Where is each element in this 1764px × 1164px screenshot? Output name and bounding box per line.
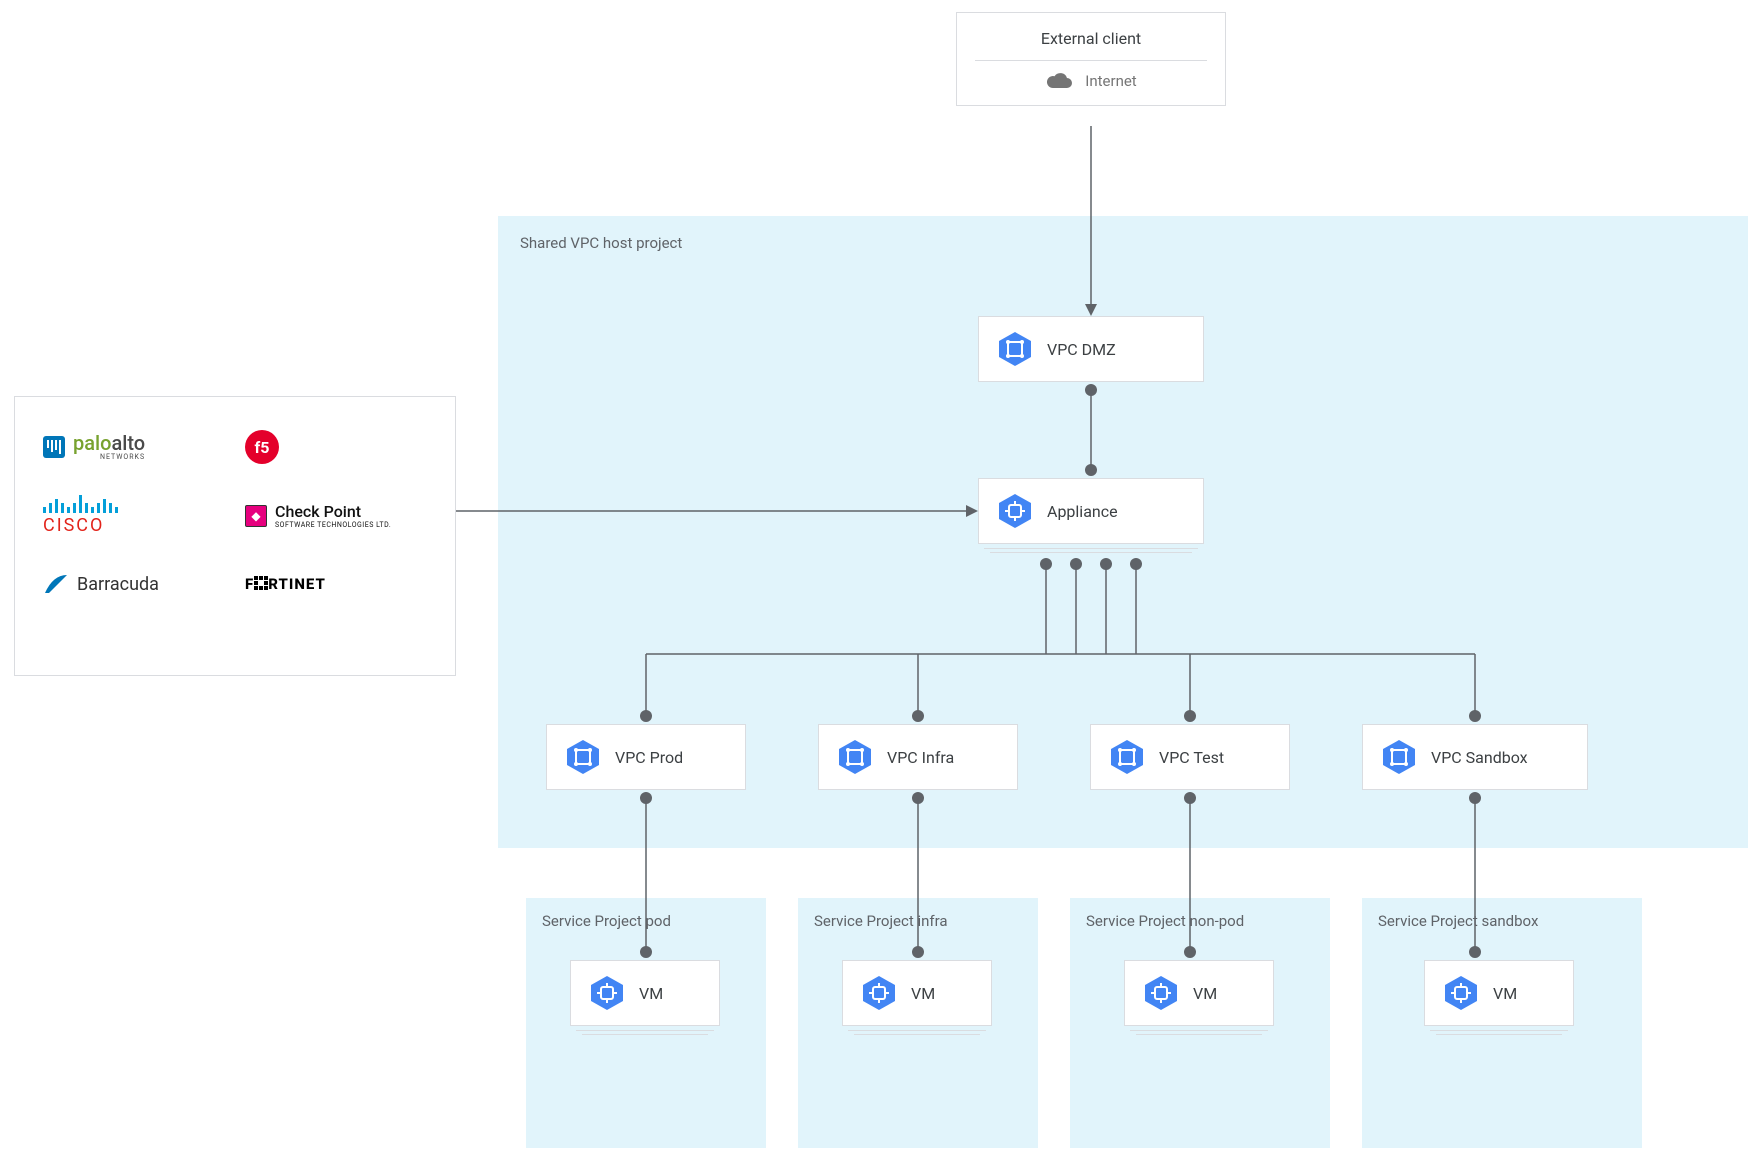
vm-nonpod-node: VM: [1124, 960, 1274, 1026]
vpc-prod-label: VPC Prod: [615, 748, 683, 767]
host-project-label: Shared VPC host project: [520, 234, 682, 252]
internet-row: Internet: [957, 61, 1225, 105]
paloalto-icon: [43, 436, 65, 458]
vpc-icon: [997, 331, 1033, 367]
compute-icon: [1443, 975, 1479, 1011]
vpc-infra-node: VPC Infra: [818, 724, 1018, 790]
f5-text: f5: [255, 438, 270, 457]
vpc-icon: [565, 739, 601, 775]
vpc-icon: [1381, 739, 1417, 775]
checkpoint-sub: SOFTWARE TECHNOLOGIES LTD.: [275, 521, 391, 529]
vm-infra-stack: [848, 1027, 986, 1035]
appliance-stack-lines: [984, 545, 1198, 553]
paloalto-text-a: palo: [73, 431, 111, 455]
sp-nonpod-label: Service Project non-pod: [1086, 912, 1244, 930]
vm-label: VM: [911, 984, 935, 1003]
vpc-icon: [837, 739, 873, 775]
appliance-label: Appliance: [1047, 502, 1118, 521]
sp-infra-label: Service Project infra: [814, 912, 948, 930]
paloalto-text-b: alto: [111, 431, 145, 455]
vpc-prod-node: VPC Prod: [546, 724, 746, 790]
vendors-box: paloalto NETWORKS f5 CISCO ◆ Check Point…: [14, 396, 456, 676]
vpc-sandbox-node: VPC Sandbox: [1362, 724, 1588, 790]
compute-icon: [1143, 975, 1179, 1011]
vm-pod-node: VM: [570, 960, 720, 1026]
vendor-paloalto: paloalto NETWORKS: [43, 427, 225, 467]
sp-pod-label: Service Project pod: [542, 912, 671, 930]
vendor-checkpoint: ◆ Check Point SOFTWARE TECHNOLOGIES LTD.: [245, 496, 427, 536]
external-client-box: External client Internet: [956, 12, 1226, 106]
vm-nonpod-stack: [1130, 1027, 1268, 1035]
compute-icon: [861, 975, 897, 1011]
external-client-title: External client: [957, 13, 1225, 60]
vpc-test-node: VPC Test: [1090, 724, 1290, 790]
fortinet-text: FRTINET: [245, 575, 326, 593]
vpc-infra-label: VPC Infra: [887, 748, 954, 767]
f5-icon: f5: [245, 430, 279, 464]
vendor-cisco: CISCO: [43, 495, 225, 536]
vm-infra-node: VM: [842, 960, 992, 1026]
barracuda-icon: [43, 573, 69, 595]
cisco-icon: [43, 495, 118, 513]
vpc-dmz-node: VPC DMZ: [978, 316, 1204, 382]
barracuda-text: Barracuda: [77, 574, 159, 595]
vendor-barracuda: Barracuda: [43, 564, 225, 604]
sp-sandbox-label: Service Project sandbox: [1378, 912, 1538, 930]
vm-label: VM: [1193, 984, 1217, 1003]
vpc-sandbox-label: VPC Sandbox: [1431, 748, 1528, 767]
compute-icon: [589, 975, 625, 1011]
fortinet-o-icon: [254, 576, 268, 590]
vpc-dmz-label: VPC DMZ: [1047, 340, 1116, 359]
vm-sandbox-node: VM: [1424, 960, 1574, 1026]
vpc-test-label: VPC Test: [1159, 748, 1224, 767]
checkpoint-text: Check Point: [275, 502, 391, 521]
appliance-node: Appliance: [978, 478, 1204, 544]
vendor-fortinet: FRTINET: [245, 564, 427, 604]
vm-pod-stack: [576, 1027, 714, 1035]
cisco-text: CISCO: [43, 515, 104, 536]
vpc-icon: [1109, 739, 1145, 775]
cloud-icon: [1045, 71, 1073, 91]
vm-sandbox-stack: [1430, 1027, 1568, 1035]
compute-icon: [997, 493, 1033, 529]
vendor-f5: f5: [245, 427, 427, 467]
vm-label: VM: [639, 984, 663, 1003]
internet-label: Internet: [1085, 72, 1136, 90]
vm-label: VM: [1493, 984, 1517, 1003]
checkpoint-icon: ◆: [245, 505, 267, 527]
